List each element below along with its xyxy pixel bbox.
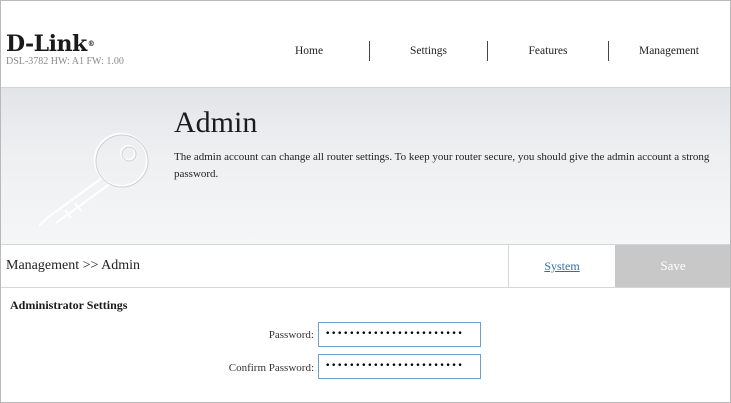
- registered-mark-icon: ®: [87, 39, 95, 48]
- confirm-password-field[interactable]: •••••••••••••••••••••••: [318, 354, 481, 379]
- main-nav: Home Settings Features Management: [249, 41, 730, 61]
- logo-text: D-Link: [6, 31, 87, 57]
- breadcrumb: Management >> Admin: [6, 258, 140, 273]
- page-banner: Admin The admin account can change all r…: [1, 87, 730, 245]
- page-title: Admin: [174, 106, 258, 139]
- nav-management[interactable]: Management: [609, 41, 729, 61]
- save-button[interactable]: Save: [615, 245, 730, 287]
- nav-features[interactable]: Features: [488, 41, 608, 61]
- nav-settings[interactable]: Settings: [370, 41, 487, 61]
- confirm-password-label: Confirm Password:: [228, 362, 314, 374]
- action-bar: Management >> Admin System Save: [1, 245, 730, 288]
- nav-home[interactable]: Home: [249, 41, 369, 61]
- page-description: The admin account can change all router …: [174, 151, 710, 180]
- header: D-Link® DSL-3782 HW: A1 FW: 1.00 Home Se…: [1, 1, 730, 87]
- dlink-logo: D-Link®: [6, 31, 95, 57]
- section-title: Administrator Settings: [10, 298, 128, 312]
- hardware-info: DSL-3782 HW: A1 FW: 1.00: [6, 56, 124, 67]
- password-field[interactable]: •••••••••••••••••••••••: [318, 322, 481, 347]
- key-icon: [38, 132, 149, 227]
- password-label: Password:: [268, 329, 314, 341]
- router-admin-page: D-Link® DSL-3782 HW: A1 FW: 1.00 Home Se…: [0, 0, 731, 403]
- system-link[interactable]: System: [508, 245, 615, 287]
